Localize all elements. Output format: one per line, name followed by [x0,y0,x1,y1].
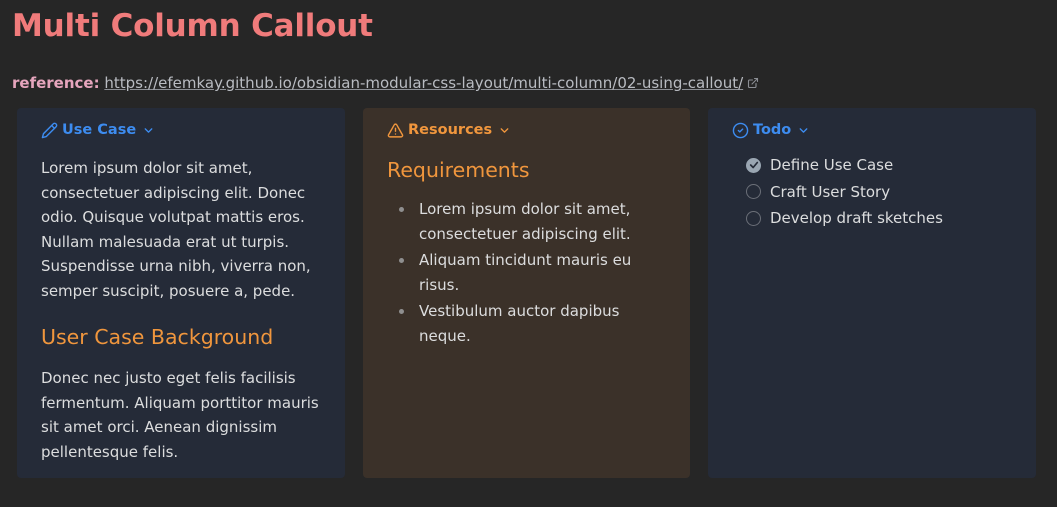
page-title: Multi Column Callout [12,8,373,44]
list-item: Lorem ipsum dolor sit amet, consectetuer… [387,197,666,246]
todo-item-label: Define Use Case [770,156,894,174]
callout-todo-title[interactable]: Todo [732,121,1012,139]
todo-item: Define Use Case [732,153,1012,177]
callout-todo: Todo Define Use Case Craft User Story De… [708,108,1036,478]
external-link-icon[interactable] [747,73,759,95]
bullet-icon [399,258,404,263]
bullet-icon [399,309,404,314]
callout-use-case-title[interactable]: Use Case [41,121,321,139]
use-case-background-paragraph: Donec nec justo eget felis facilisis fer… [41,369,319,461]
todo-item: Craft User Story [732,180,1012,204]
todo-list: Define Use Case Craft User Story Develop… [732,153,1012,230]
list-item: Vestibulum auctor dapibus neque. [387,299,666,348]
callout-title-label: Use Case [62,122,137,138]
list-item-text: Lorem ipsum dolor sit amet, consectetuer… [419,200,631,243]
warning-icon [387,122,404,139]
requirements-list: Lorem ipsum dolor sit amet, consectetuer… [387,197,666,348]
use-case-paragraph: Lorem ipsum dolor sit amet, consectetuer… [41,159,311,300]
pencil-icon [41,122,58,139]
use-case-background-heading: User Case Background [41,325,274,349]
callout-resources-title[interactable]: Resources [387,121,666,139]
todo-item-label: Craft User Story [770,182,891,201]
requirements-heading: Requirements [387,158,530,182]
callout-resources: Resources Requirements Lorem ipsum dolor… [363,108,690,478]
callout-title-label: Todo [753,122,792,138]
chevron-down-icon[interactable] [498,124,511,137]
list-item-text: Vestibulum auctor dapibus neque. [419,302,620,345]
reference-line: reference: https://efemkay.github.io/obs… [12,72,759,95]
todo-item-label: Develop draft sketches [770,209,943,227]
bullet-icon [399,207,404,212]
check-circle-icon [732,122,749,139]
list-item: Aliquam tincidunt mauris eu risus. [387,248,666,297]
callout-title-label: Resources [408,122,493,138]
chevron-down-icon[interactable] [797,124,810,137]
checkbox-unchecked[interactable] [746,184,761,199]
list-item-text: Aliquam tincidunt mauris eu risus. [419,251,632,294]
checkbox-checked[interactable] [746,157,761,173]
reference-label: reference: [12,74,100,92]
todo-item: Develop draft sketches [732,206,1012,230]
checkbox-unchecked[interactable] [746,210,761,226]
chevron-down-icon[interactable] [142,124,155,137]
callout-use-case: Use Case Lorem ipsum dolor sit amet, con… [17,108,345,478]
reference-link[interactable]: https://efemkay.github.io/obsidian-modul… [104,74,743,92]
page: Multi Column Callout reference: https://… [0,0,1057,507]
